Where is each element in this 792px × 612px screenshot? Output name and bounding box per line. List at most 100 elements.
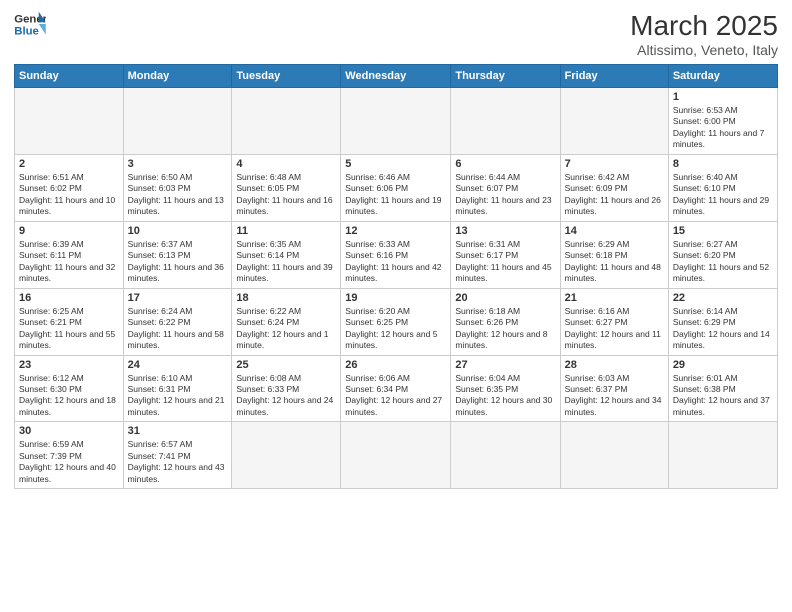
day-number: 13	[455, 225, 555, 237]
header-sunday: Sunday	[15, 65, 124, 88]
day-info: Sunrise: 6:57 AM Sunset: 7:41 PM Dayligh…	[128, 439, 228, 485]
day-number: 2	[19, 158, 119, 170]
table-row: 14Sunrise: 6:29 AM Sunset: 6:18 PM Dayli…	[560, 221, 668, 288]
day-number: 24	[128, 359, 228, 371]
day-info: Sunrise: 6:46 AM Sunset: 6:06 PM Dayligh…	[345, 172, 446, 218]
logo: General Blue	[14, 10, 46, 38]
table-row: 3 Sunrise: 6:50 AM Sunset: 6:03 PM Daylig…	[123, 154, 232, 221]
day-info: Sunrise: 6:18 AM Sunset: 6:26 PM Dayligh…	[455, 306, 555, 352]
calendar-week-row: 1Sunrise: 6:53 AM Sunset: 6:00 PM Daylig…	[15, 88, 778, 155]
day-info: Sunrise: 6:31 AM Sunset: 6:17 PM Dayligh…	[455, 239, 555, 285]
table-row: 20 Sunrise: 6:18 AM Sunset: 6:26 PM Dayli…	[451, 288, 560, 355]
header-friday: Friday	[560, 65, 668, 88]
calendar-week-row: 2 Sunrise: 6:51 AM Sunset: 6:02 PM Daylig…	[15, 154, 778, 221]
table-row: 15Sunrise: 6:27 AM Sunset: 6:20 PM Dayli…	[668, 221, 777, 288]
table-row: 24 Sunrise: 6:10 AM Sunset: 6:31 PM Dayli…	[123, 355, 232, 422]
calendar-week-row: 30Sunrise: 6:59 AM Sunset: 7:39 PM Dayli…	[15, 422, 778, 489]
day-info: Sunrise: 6:12 AM Sunset: 6:30 PM Dayligh…	[19, 373, 119, 419]
day-info: Sunrise: 6:29 AM Sunset: 6:18 PM Dayligh…	[565, 239, 664, 285]
day-info: Sunrise: 6:33 AM Sunset: 6:16 PM Dayligh…	[345, 239, 446, 285]
header-thursday: Thursday	[451, 65, 560, 88]
day-number: 15	[673, 225, 773, 237]
table-row: 2 Sunrise: 6:51 AM Sunset: 6:02 PM Daylig…	[15, 154, 124, 221]
table-row: 13 Sunrise: 6:31 AM Sunset: 6:17 PM Dayli…	[451, 221, 560, 288]
day-info: Sunrise: 6:20 AM Sunset: 6:25 PM Dayligh…	[345, 306, 446, 352]
day-info: Sunrise: 6:42 AM Sunset: 6:09 PM Dayligh…	[565, 172, 664, 218]
table-row	[560, 88, 668, 155]
table-row: 19 Sunrise: 6:20 AM Sunset: 6:25 PM Dayli…	[341, 288, 451, 355]
day-number: 26	[345, 359, 446, 371]
day-info: Sunrise: 6:51 AM Sunset: 6:02 PM Dayligh…	[19, 172, 119, 218]
day-number: 25	[236, 359, 336, 371]
day-number: 21	[565, 292, 664, 304]
calendar-table: Sunday Monday Tuesday Wednesday Thursday…	[14, 64, 778, 489]
svg-text:Blue: Blue	[14, 26, 39, 38]
day-info: Sunrise: 6:24 AM Sunset: 6:22 PM Dayligh…	[128, 306, 228, 352]
day-info: Sunrise: 6:39 AM Sunset: 6:11 PM Dayligh…	[19, 239, 119, 285]
day-info: Sunrise: 6:10 AM Sunset: 6:31 PM Dayligh…	[128, 373, 228, 419]
day-info: Sunrise: 6:40 AM Sunset: 6:10 PM Dayligh…	[673, 172, 773, 218]
table-row	[341, 88, 451, 155]
day-number: 20	[455, 292, 555, 304]
table-row: 1Sunrise: 6:53 AM Sunset: 6:00 PM Daylig…	[668, 88, 777, 155]
table-row: 4Sunrise: 6:48 AM Sunset: 6:05 PM Daylig…	[232, 154, 341, 221]
header-wednesday: Wednesday	[341, 65, 451, 88]
day-number: 19	[345, 292, 446, 304]
table-row	[560, 422, 668, 489]
table-row: 17 Sunrise: 6:24 AM Sunset: 6:22 PM Dayli…	[123, 288, 232, 355]
table-row: 10 Sunrise: 6:37 AM Sunset: 6:13 PM Dayli…	[123, 221, 232, 288]
table-row: 28Sunrise: 6:03 AM Sunset: 6:37 PM Dayli…	[560, 355, 668, 422]
calendar-week-row: 16Sunrise: 6:25 AM Sunset: 6:21 PM Dayli…	[15, 288, 778, 355]
day-info: Sunrise: 6:14 AM Sunset: 6:29 PM Dayligh…	[673, 306, 773, 352]
day-number: 9	[19, 225, 119, 237]
day-info: Sunrise: 6:50 AM Sunset: 6:03 PM Dayligh…	[128, 172, 228, 218]
day-number: 17	[128, 292, 228, 304]
day-number: 11	[236, 225, 336, 237]
day-number: 3	[128, 158, 228, 170]
table-row: 30Sunrise: 6:59 AM Sunset: 7:39 PM Dayli…	[15, 422, 124, 489]
day-number: 12	[345, 225, 446, 237]
table-row	[232, 422, 341, 489]
table-row	[232, 88, 341, 155]
day-number: 7	[565, 158, 664, 170]
table-row: 6 Sunrise: 6:44 AM Sunset: 6:07 PM Daylig…	[451, 154, 560, 221]
day-number: 6	[455, 158, 555, 170]
table-row: 29Sunrise: 6:01 AM Sunset: 6:38 PM Dayli…	[668, 355, 777, 422]
day-number: 28	[565, 359, 664, 371]
table-row: 27 Sunrise: 6:04 AM Sunset: 6:35 PM Dayli…	[451, 355, 560, 422]
table-row: 21 Sunrise: 6:16 AM Sunset: 6:27 PM Dayli…	[560, 288, 668, 355]
day-info: Sunrise: 6:44 AM Sunset: 6:07 PM Dayligh…	[455, 172, 555, 218]
calendar-week-row: 9 Sunrise: 6:39 AM Sunset: 6:11 PM Daylig…	[15, 221, 778, 288]
table-row: 23 Sunrise: 6:12 AM Sunset: 6:30 PM Dayli…	[15, 355, 124, 422]
day-info: Sunrise: 6:16 AM Sunset: 6:27 PM Dayligh…	[565, 306, 664, 352]
calendar-subtitle: Altissimo, Veneto, Italy	[630, 42, 778, 58]
day-number: 4	[236, 158, 336, 170]
day-info: Sunrise: 6:01 AM Sunset: 6:38 PM Dayligh…	[673, 373, 773, 419]
table-row: 26Sunrise: 6:06 AM Sunset: 6:34 PM Dayli…	[341, 355, 451, 422]
day-number: 5	[345, 158, 446, 170]
table-row: 18Sunrise: 6:22 AM Sunset: 6:24 PM Dayli…	[232, 288, 341, 355]
table-row: 11 Sunrise: 6:35 AM Sunset: 6:14 PM Dayli…	[232, 221, 341, 288]
day-number: 10	[128, 225, 228, 237]
day-info: Sunrise: 6:37 AM Sunset: 6:13 PM Dayligh…	[128, 239, 228, 285]
table-row: 16Sunrise: 6:25 AM Sunset: 6:21 PM Dayli…	[15, 288, 124, 355]
day-info: Sunrise: 6:22 AM Sunset: 6:24 PM Dayligh…	[236, 306, 336, 352]
calendar-header-row: Sunday Monday Tuesday Wednesday Thursday…	[15, 65, 778, 88]
table-row	[123, 88, 232, 155]
day-info: Sunrise: 6:53 AM Sunset: 6:00 PM Dayligh…	[673, 105, 773, 151]
table-row: 9 Sunrise: 6:39 AM Sunset: 6:11 PM Daylig…	[15, 221, 124, 288]
day-info: Sunrise: 6:04 AM Sunset: 6:35 PM Dayligh…	[455, 373, 555, 419]
table-row: 22 Sunrise: 6:14 AM Sunset: 6:29 PM Dayli…	[668, 288, 777, 355]
day-info: Sunrise: 6:25 AM Sunset: 6:21 PM Dayligh…	[19, 306, 119, 352]
table-row	[451, 422, 560, 489]
day-number: 22	[673, 292, 773, 304]
day-number: 23	[19, 359, 119, 371]
table-row	[15, 88, 124, 155]
day-info: Sunrise: 6:08 AM Sunset: 6:33 PM Dayligh…	[236, 373, 336, 419]
header-tuesday: Tuesday	[232, 65, 341, 88]
title-area: March 2025 Altissimo, Veneto, Italy	[630, 10, 778, 58]
table-row: 31Sunrise: 6:57 AM Sunset: 7:41 PM Dayli…	[123, 422, 232, 489]
day-number: 27	[455, 359, 555, 371]
day-info: Sunrise: 6:35 AM Sunset: 6:14 PM Dayligh…	[236, 239, 336, 285]
day-info: Sunrise: 6:59 AM Sunset: 7:39 PM Dayligh…	[19, 439, 119, 485]
